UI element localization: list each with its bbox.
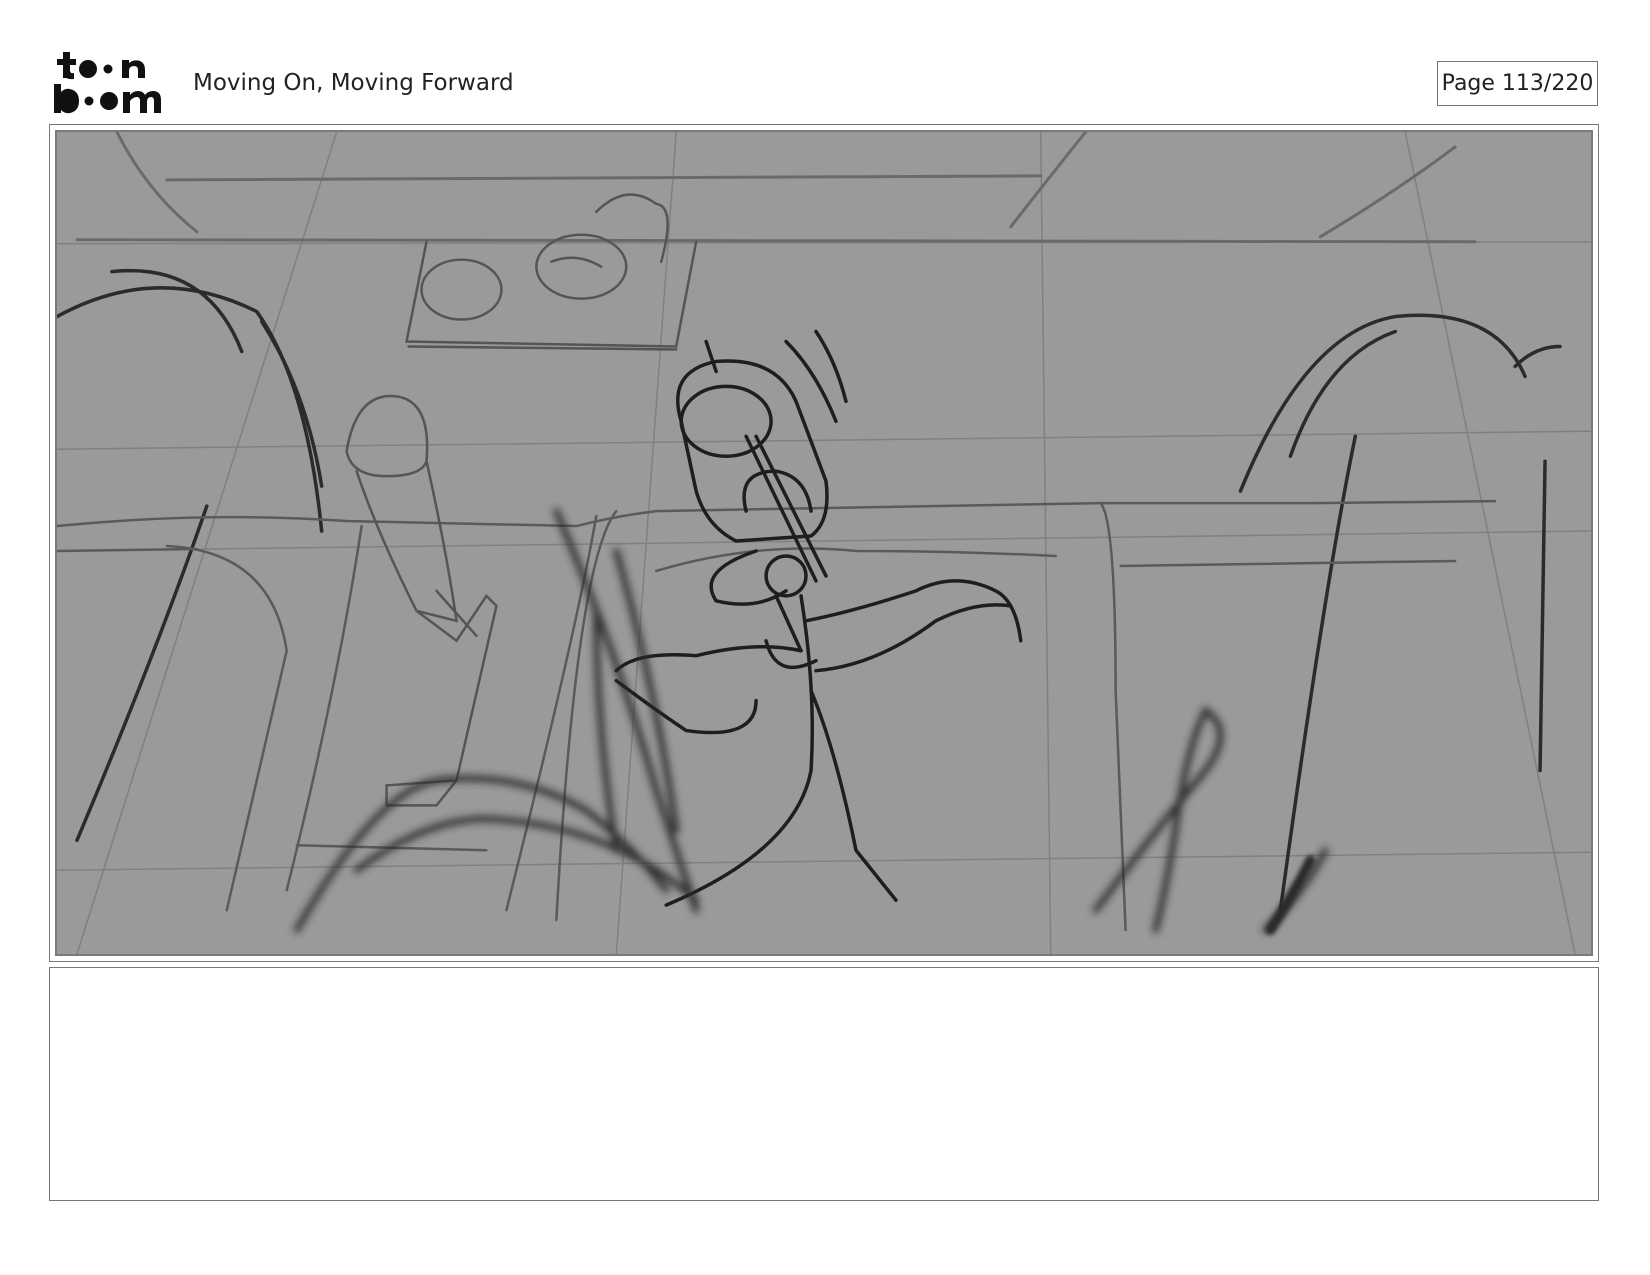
storyboard-panel-frame [49,124,1599,962]
toonboom-logo-mark [54,52,161,114]
storyboard-panel-image [55,130,1593,956]
toonboom-logo [52,50,172,116]
page-number-label: Page 113/220 [1441,71,1594,96]
panel-sketch [57,132,1591,954]
document-title: Moving On, Moving Forward [193,70,514,96]
panel-notes-box[interactable] [49,967,1599,1201]
page-indicator: Page 113/220 [1437,61,1598,106]
